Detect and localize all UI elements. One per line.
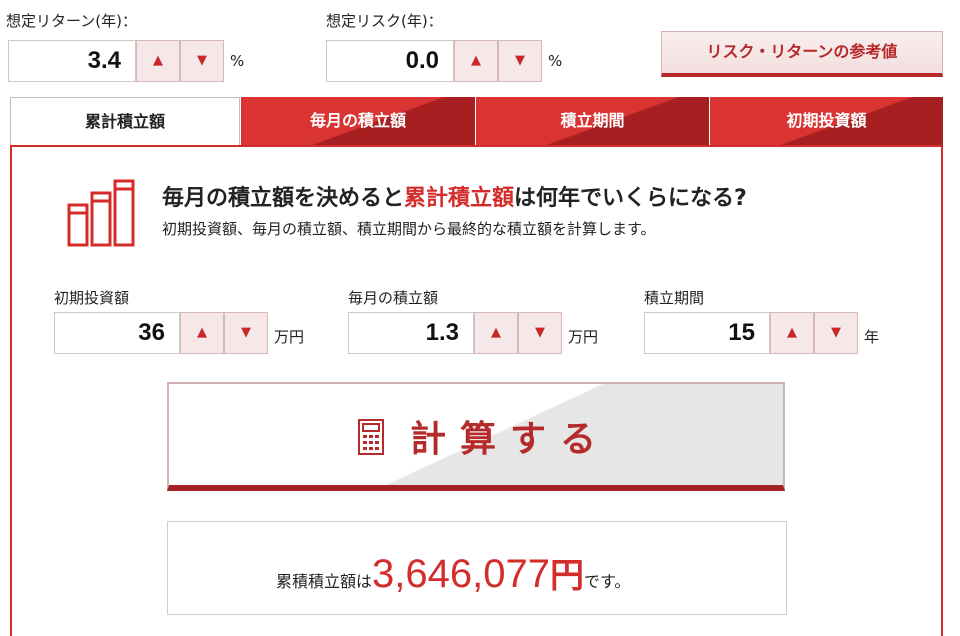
result-yen: 円: [549, 556, 584, 596]
return-label: 想定リターン(年)：: [6, 12, 137, 30]
risk-label: 想定リスク(年)：: [326, 12, 443, 30]
monthly-amount-unit: 万円: [568, 328, 599, 346]
headline-highlight: 累計積立額: [404, 186, 515, 211]
period-input[interactable]: 15: [644, 312, 770, 354]
arrow-down-icon: ▼: [241, 325, 251, 340]
arrow-up-icon: ▲: [787, 325, 797, 340]
arrow-up-icon: ▲: [153, 53, 163, 68]
risk-input[interactable]: 0.0: [326, 40, 454, 82]
monthly-amount-label: 毎月の積立額: [348, 289, 439, 307]
result-amount: 3,646,077: [372, 552, 550, 596]
arrow-down-icon: ▼: [535, 325, 545, 340]
monthly-amount-input[interactable]: 1.3: [348, 312, 474, 354]
tab-cumulative-total[interactable]: 累計積立額: [10, 97, 240, 145]
initial-investment-input[interactable]: 36: [54, 312, 180, 354]
initial-investment-up-button[interactable]: ▲: [180, 312, 224, 354]
period-up-button[interactable]: ▲: [770, 312, 814, 354]
result-suffix: です。: [583, 572, 631, 591]
risk-down-button[interactable]: ▼: [498, 40, 542, 82]
risk-return-reference-button[interactable]: リスク・リターンの参考値: [661, 31, 943, 77]
return-down-button[interactable]: ▼: [180, 40, 224, 82]
bar-chart-icon: [67, 179, 135, 247]
risk-up-button[interactable]: ▲: [454, 40, 498, 82]
calculate-button-label[interactable]: 計算する: [410, 410, 610, 462]
initial-investment-label: 初期投資額: [54, 289, 130, 307]
monthly-amount-down-button[interactable]: ▼: [518, 312, 562, 354]
return-unit: %: [230, 52, 245, 70]
tab-initial-investment[interactable]: 初期投資額: [710, 97, 943, 145]
tab-monthly-amount[interactable]: 毎月の積立額: [241, 97, 475, 145]
arrow-down-icon: ▼: [197, 53, 207, 68]
arrow-up-icon: ▲: [491, 325, 501, 340]
initial-investment-unit: 万円: [274, 328, 305, 346]
return-input[interactable]: 3.4: [8, 40, 136, 82]
panel-headline: 毎月の積立額を決めると累計積立額は何年でいくらになる?: [162, 186, 747, 211]
result-text: 累積積立額は3,646,077円です。: [276, 548, 630, 596]
arrow-down-icon: ▼: [515, 53, 525, 68]
risk-unit: %: [548, 52, 563, 70]
arrow-up-icon: ▲: [197, 325, 207, 340]
arrow-up-icon: ▲: [471, 53, 481, 68]
panel-description: 初期投資額、毎月の積立額、積立期間から最終的な積立額を計算します。: [162, 220, 656, 238]
initial-investment-down-button[interactable]: ▼: [224, 312, 268, 354]
calculator-icon: [358, 419, 384, 455]
return-up-button[interactable]: ▲: [136, 40, 180, 82]
monthly-amount-up-button[interactable]: ▲: [474, 312, 518, 354]
period-down-button[interactable]: ▼: [814, 312, 858, 354]
tab-period[interactable]: 積立期間: [476, 97, 709, 145]
period-unit: 年: [864, 328, 880, 346]
arrow-down-icon: ▼: [831, 325, 841, 340]
result-prefix: 累積積立額は: [276, 572, 373, 591]
period-label: 積立期間: [644, 289, 705, 307]
